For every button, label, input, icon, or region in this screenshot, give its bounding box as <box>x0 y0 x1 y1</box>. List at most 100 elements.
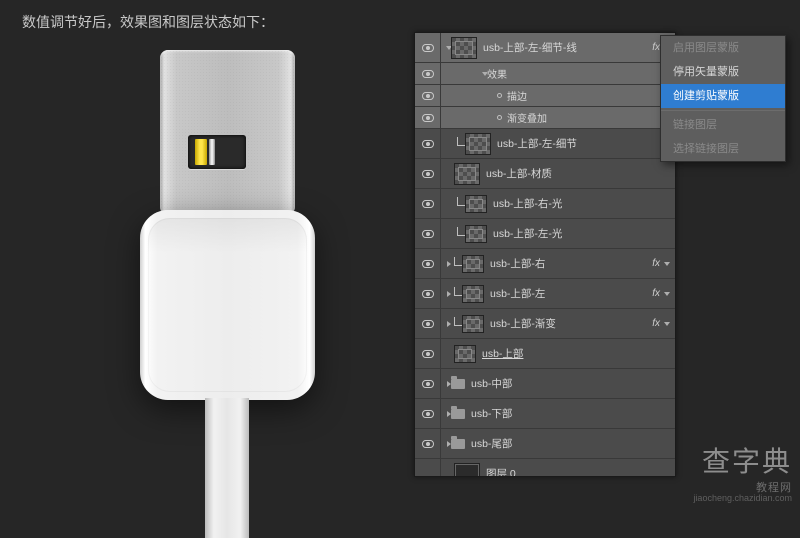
expand-arrow-icon[interactable] <box>447 291 451 297</box>
usb-gold-pin <box>195 139 207 165</box>
eye-icon <box>422 170 434 178</box>
clip-indicator-icon <box>457 137 465 146</box>
visibility-toggle[interactable] <box>415 369 441 398</box>
visibility-toggle[interactable] <box>415 189 441 218</box>
usb-metal-plug <box>160 50 295 215</box>
layer-thumbnail[interactable] <box>451 37 477 59</box>
layer-thumbnail[interactable] <box>465 225 487 243</box>
layer-name-label[interactable]: usb-上部-材质 <box>486 166 675 181</box>
layer-row[interactable]: usb-上部-材质 <box>415 159 675 189</box>
clip-indicator-icon <box>454 257 462 266</box>
layer-row[interactable]: usb-下部 <box>415 399 675 429</box>
fx-indicator[interactable]: fx <box>652 288 670 299</box>
layer-thumbnail[interactable] <box>465 133 491 155</box>
layer-name-label[interactable]: usb-上部-左-细节 <box>497 136 675 151</box>
context-menu: 启用图层蒙版停用矢量蒙版创建剪贴蒙版链接图层选择链接图层 <box>660 35 786 162</box>
layer-name-label[interactable]: usb-上部-渐变 <box>490 316 675 331</box>
clip-indicator-icon <box>454 287 462 296</box>
eye-icon <box>422 44 434 52</box>
visibility-toggle[interactable] <box>415 129 441 158</box>
layer-row[interactable]: usb-上部-右-光 <box>415 189 675 219</box>
layer-thumbnail[interactable] <box>465 195 487 213</box>
layer-name-label[interactable]: usb-中部 <box>471 376 675 391</box>
layers-panel: usb-上部-左-细节-线fx效果描边渐变叠加usb-上部-左-细节usb-上部… <box>414 32 676 477</box>
context-menu-item: 链接图层 <box>661 113 785 137</box>
layer-name-label[interactable]: usb-尾部 <box>471 436 675 451</box>
effect-indent <box>441 115 507 120</box>
folder-icon <box>451 409 465 419</box>
layer-indent <box>441 45 451 51</box>
layer-row[interactable]: usb-上部-右fx <box>415 249 675 279</box>
context-menu-item[interactable]: 创建剪贴蒙版 <box>661 84 785 108</box>
usb-cable <box>205 398 249 538</box>
visibility-toggle[interactable] <box>415 33 441 62</box>
layer-thumbnail[interactable] <box>462 315 484 333</box>
visibility-toggle[interactable] <box>415 429 441 458</box>
layer-row[interactable]: usb-上部-左fx <box>415 279 675 309</box>
clip-indicator-icon <box>454 317 462 326</box>
layer-name-label[interactable]: 图层 0 <box>486 466 675 477</box>
context-menu-item[interactable]: 停用矢量蒙版 <box>661 60 785 84</box>
visibility-toggle[interactable] <box>415 309 441 338</box>
layer-name-label[interactable]: usb-上部-左-细节-线 <box>483 40 675 55</box>
layer-indent <box>441 197 465 210</box>
eye-icon <box>422 114 434 122</box>
eye-icon <box>422 92 434 100</box>
layer-row[interactable]: usb-上部 <box>415 339 675 369</box>
visibility-toggle[interactable] <box>415 249 441 278</box>
layer-thumbnail[interactable] <box>454 163 480 185</box>
menu-separator <box>661 110 785 111</box>
layer-indent <box>441 441 451 447</box>
visibility-toggle[interactable] <box>415 279 441 308</box>
usb-plastic-body <box>140 210 315 400</box>
layer-row[interactable]: usb-上部-左-细节 <box>415 129 675 159</box>
layer-row[interactable]: 图层 0 <box>415 459 675 477</box>
bullet-icon <box>497 115 502 120</box>
layer-name-label[interactable]: usb-上部 <box>482 346 675 361</box>
layer-name-label[interactable]: usb-上部-左 <box>490 286 675 301</box>
visibility-toggle[interactable] <box>415 63 441 84</box>
page-caption: 数值调节好后，效果图和图层状态如下： <box>22 12 274 32</box>
layer-row[interactable]: usb-中部 <box>415 369 675 399</box>
fx-indicator[interactable]: fx <box>652 258 670 269</box>
chevron-down-icon <box>664 262 670 266</box>
layer-thumbnail[interactable] <box>462 255 484 273</box>
eye-icon <box>422 410 434 418</box>
layer-thumbnail[interactable] <box>462 285 484 303</box>
visibility-toggle[interactable] <box>415 85 441 106</box>
expand-arrow-icon[interactable] <box>447 261 451 267</box>
visibility-toggle[interactable] <box>415 399 441 428</box>
result-preview <box>110 40 360 500</box>
layer-effect-row[interactable]: 描边 <box>415 85 675 107</box>
watermark-logo: 查字典 <box>702 440 792 480</box>
chevron-down-icon <box>664 322 670 326</box>
layer-effect-row[interactable]: 效果 <box>415 63 675 85</box>
layer-name-label[interactable]: usb-下部 <box>471 406 675 421</box>
layer-row[interactable]: usb-上部-左-光 <box>415 219 675 249</box>
layer-thumbnail[interactable] <box>454 463 480 478</box>
context-menu-item: 启用图层蒙版 <box>661 36 785 60</box>
expand-arrow-icon[interactable] <box>447 321 451 327</box>
layer-thumbnail[interactable] <box>454 345 476 363</box>
layer-effect-row[interactable]: 渐变叠加 <box>415 107 675 129</box>
layer-name-label[interactable]: usb-上部-左-光 <box>493 226 675 241</box>
fx-indicator[interactable]: fx <box>652 318 670 329</box>
visibility-toggle[interactable] <box>415 219 441 248</box>
visibility-toggle[interactable] <box>415 339 441 368</box>
effect-label: 描边 <box>507 88 675 103</box>
layer-indent <box>441 137 465 150</box>
layer-name-label[interactable]: usb-上部-右 <box>490 256 675 271</box>
visibility-toggle[interactable] <box>415 159 441 188</box>
visibility-toggle[interactable] <box>415 107 441 128</box>
expand-arrow-icon[interactable] <box>482 72 488 76</box>
eye-icon <box>422 70 434 78</box>
layer-name-label[interactable]: usb-上部-右-光 <box>493 196 675 211</box>
effect-indent <box>441 71 487 77</box>
layer-indent <box>441 227 465 240</box>
eye-icon <box>422 200 434 208</box>
layer-row[interactable]: usb-尾部 <box>415 429 675 459</box>
layer-row[interactable]: usb-上部-渐变fx <box>415 309 675 339</box>
layer-indent <box>441 317 462 330</box>
layer-row[interactable]: usb-上部-左-细节-线fx <box>415 33 675 63</box>
visibility-toggle[interactable] <box>415 459 441 477</box>
